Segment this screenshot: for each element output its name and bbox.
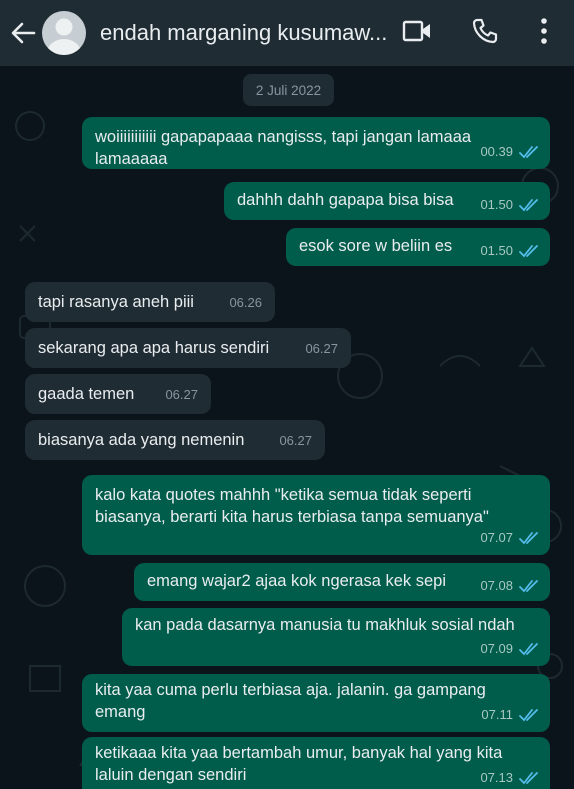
message-meta: 01.50 xyxy=(480,194,541,216)
message-meta: 01.50 xyxy=(480,240,541,262)
message-meta: 07.13 xyxy=(480,767,541,789)
read-ticks-icon xyxy=(519,772,538,785)
avatar[interactable] xyxy=(42,11,86,55)
message-meta: 07.08 xyxy=(480,575,541,597)
message-bubble-outgoing[interactable]: emang wajar2 ajaa kok ngerasa kek sepi 0… xyxy=(134,563,550,601)
phone-icon xyxy=(472,18,498,44)
message-bubble-outgoing[interactable]: kalo kata quotes mahhh "ketika semua tid… xyxy=(82,475,550,555)
message-bubble-incoming[interactable]: gaada temen 06.27 xyxy=(25,374,211,414)
message-bubble-outgoing[interactable]: dahhh dahh gapapa bisa bisa 01.50 xyxy=(224,182,550,220)
message-text: tapi rasanya aneh piii xyxy=(38,293,194,311)
contact-name[interactable]: endah marganing kusumaw... xyxy=(100,20,390,46)
message-meta: 07.07 xyxy=(480,527,541,549)
voice-call-button[interactable] xyxy=(467,13,503,49)
message-meta: 07.09 xyxy=(480,638,541,660)
read-ticks-icon xyxy=(519,532,538,545)
message-time: 06.27 xyxy=(305,341,338,356)
video-camera-icon xyxy=(402,20,430,42)
read-ticks-icon xyxy=(519,146,538,159)
message-bubble-outgoing[interactable]: kan pada dasarnya manusia tu makhluk sos… xyxy=(122,608,550,666)
message-time: 01.50 xyxy=(480,243,513,258)
message-bubble-outgoing[interactable]: esok sore w beliin es 01.50 xyxy=(286,228,550,266)
message-text: kita yaa cuma perlu terbiasa aja. jalani… xyxy=(95,681,486,721)
message-bubble-incoming[interactable]: sekarang apa apa harus sendiri 06.27 xyxy=(25,328,351,368)
message-bubble-incoming[interactable]: biasanya ada yang nemenin 06.27 xyxy=(25,420,325,460)
message-text: woiiiiiiiiiii gapapapaaa nangisss, tapi … xyxy=(95,128,472,168)
message-bubble-outgoing[interactable]: kita yaa cuma perlu terbiasa aja. jalani… xyxy=(82,674,550,732)
message-time: 06.27 xyxy=(165,387,198,402)
video-call-button[interactable] xyxy=(399,13,435,49)
message-text: emang wajar2 ajaa kok ngerasa kek sepi xyxy=(147,572,447,590)
message-time: 06.26 xyxy=(229,295,262,310)
message-meta: 06.27 xyxy=(279,430,312,452)
arrow-left-icon xyxy=(11,22,36,44)
menu-button[interactable] xyxy=(526,13,562,49)
message-time: 06.27 xyxy=(279,433,312,448)
message-text: sekarang apa apa harus sendiri xyxy=(38,339,270,357)
message-text: kalo kata quotes mahhh "ketika semua tid… xyxy=(95,486,489,526)
message-text: dahhh dahh gapapa bisa bisa xyxy=(237,191,454,209)
message-bubble-incoming[interactable]: tapi rasanya aneh piii 06.26 xyxy=(25,282,275,322)
message-meta: 06.26 xyxy=(229,292,262,314)
read-ticks-icon xyxy=(519,199,538,212)
message-meta: 06.27 xyxy=(165,384,198,406)
message-text: esok sore w beliin es xyxy=(299,237,453,255)
message-time: 07.09 xyxy=(480,641,513,656)
read-ticks-icon xyxy=(519,245,538,258)
message-meta: 00.39 xyxy=(480,141,541,163)
default-avatar-icon xyxy=(47,18,81,55)
message-time: 07.11 xyxy=(481,707,513,722)
date-chip: 2 Juli 2022 xyxy=(243,74,334,106)
message-time: 00.39 xyxy=(480,144,513,159)
read-ticks-icon xyxy=(519,643,538,656)
chat-header: endah marganing kusumaw... xyxy=(0,0,574,66)
message-time: 07.13 xyxy=(480,770,513,785)
message-text: gaada temen xyxy=(38,385,135,403)
message-text: kan pada dasarnya manusia tu makhluk sos… xyxy=(135,616,515,634)
message-bubble-outgoing[interactable]: woiiiiiiiiiii gapapapaaa nangisss, tapi … xyxy=(82,117,550,169)
message-meta: 06.27 xyxy=(305,338,338,360)
read-ticks-icon xyxy=(519,709,538,722)
message-time: 07.07 xyxy=(480,530,513,545)
chat-area[interactable]: 2 Juli 2022 woiiiiiiiiiii gapapapaaa nan… xyxy=(0,66,574,789)
message-text: biasanya ada yang nemenin xyxy=(38,431,245,449)
message-meta: 07.11 xyxy=(481,704,541,726)
back-button[interactable] xyxy=(8,18,38,48)
read-ticks-icon xyxy=(519,580,538,593)
message-time: 01.50 xyxy=(480,197,513,212)
message-bubble-outgoing[interactable]: ketikaaa kita yaa bertambah umur, banyak… xyxy=(82,737,550,789)
message-time: 07.08 xyxy=(480,578,513,593)
more-vertical-icon xyxy=(541,18,547,44)
message-text: ketikaaa kita yaa bertambah umur, banyak… xyxy=(95,744,503,784)
